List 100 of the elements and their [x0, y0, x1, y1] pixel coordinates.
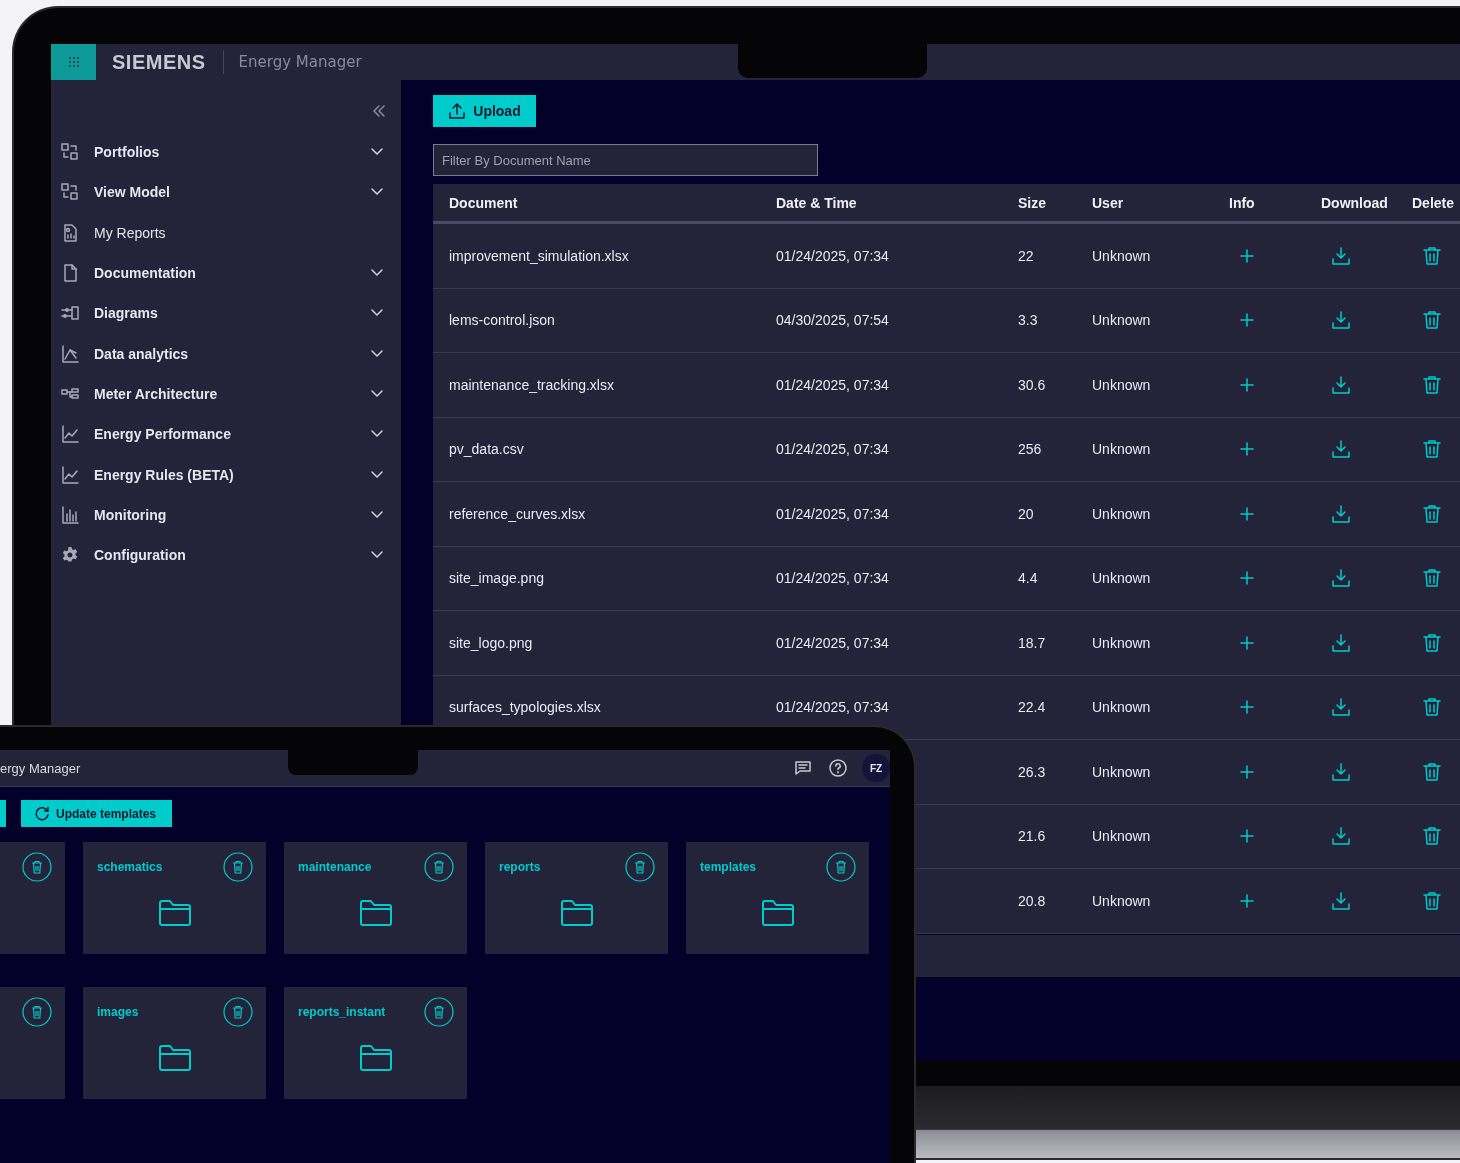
delete-icon[interactable]	[625, 852, 655, 882]
folder-name: maintenance	[298, 860, 372, 874]
sidebar-item[interactable]: Diagrams	[51, 293, 401, 334]
download-icon[interactable]	[1331, 245, 1351, 266]
plus-icon[interactable]	[1239, 570, 1255, 587]
folder-icon	[158, 899, 192, 927]
refresh-icon	[34, 805, 50, 822]
table-cell-text: improvement_simulation.xlsx	[448, 247, 630, 264]
delete-icon[interactable]	[22, 997, 52, 1027]
sidebar-item[interactable]: Energy Performance	[51, 414, 401, 455]
folder-name: templates	[700, 860, 757, 874]
filter-field[interactable]: Filter By Document Name	[433, 144, 818, 176]
table-cell-text: 20.8	[1018, 892, 1047, 909]
update-templates-button[interactable]: Update templates	[21, 800, 172, 827]
delete-icon[interactable]	[223, 997, 253, 1027]
folder-card[interactable]: reports	[485, 842, 668, 954]
help-icon[interactable]	[829, 759, 847, 777]
table-cell-text: 30.6	[1018, 376, 1047, 393]
sidebar-item[interactable]: Portfolios	[51, 132, 401, 173]
chevron-down-icon	[371, 269, 383, 278]
delete-icon[interactable]	[1422, 568, 1442, 589]
sidebar-item[interactable]: Configuration	[51, 534, 401, 576]
download-icon[interactable]	[1331, 761, 1351, 782]
sidebar-item[interactable]: Monitoring	[51, 494, 401, 535]
delete-icon[interactable]	[1422, 374, 1442, 395]
delete-icon[interactable]	[22, 852, 52, 882]
collapse-icon[interactable]	[373, 105, 385, 117]
plus-icon[interactable]	[1239, 376, 1255, 393]
download-icon[interactable]	[1331, 568, 1351, 589]
folder-icon	[359, 1044, 393, 1072]
folder-icon	[158, 1044, 192, 1072]
download-icon[interactable]	[1331, 503, 1351, 524]
plus-icon[interactable]	[1239, 763, 1255, 780]
delete-icon[interactable]	[826, 852, 856, 882]
chat-icon[interactable]	[795, 760, 811, 776]
folder-icon	[359, 899, 393, 927]
download-icon[interactable]	[1331, 697, 1351, 718]
plus-icon[interactable]	[1239, 634, 1255, 651]
folder-name: reports_instant	[298, 1005, 386, 1019]
delete-icon[interactable]	[424, 997, 454, 1027]
delete-icon[interactable]	[1422, 245, 1442, 266]
download-icon[interactable]	[1331, 310, 1351, 331]
sidebar-item[interactable]: Data analytics	[51, 333, 401, 374]
plus-icon[interactable]	[1239, 828, 1255, 845]
folder-card[interactable]: reports_instant	[284, 987, 467, 1099]
table-cell-text: Unknown	[1092, 828, 1152, 845]
analytics-icon	[61, 344, 79, 363]
table-cell-text: 22.4	[1018, 699, 1047, 716]
chevron-down-icon	[371, 470, 383, 479]
plus-icon[interactable]	[1239, 441, 1255, 458]
delete-icon[interactable]	[1422, 632, 1442, 653]
download-icon[interactable]	[1331, 890, 1351, 911]
delete-icon[interactable]	[1422, 697, 1442, 718]
table-cell-text: 3.3	[1018, 312, 1039, 329]
folder-card[interactable]: maintenance	[284, 842, 467, 954]
sidebar-item[interactable]: Meter Architecture	[51, 373, 401, 415]
folder-card[interactable]: images	[83, 987, 266, 1099]
delete-icon[interactable]	[223, 852, 253, 882]
download-icon[interactable]	[1331, 439, 1351, 460]
table-cell-text: lems-control.json	[448, 312, 556, 329]
chevron-down-icon	[371, 349, 383, 358]
table-cell-text: Unknown	[1092, 634, 1152, 651]
sidebar-item[interactable]: View Model	[51, 172, 401, 213]
bar-chart-icon	[61, 505, 79, 524]
column-header: Delete	[1412, 194, 1456, 211]
plus-icon[interactable]	[1239, 505, 1255, 522]
delete-icon[interactable]	[1422, 761, 1442, 782]
user-avatar[interactable]: FZ	[862, 754, 890, 782]
table-cell-text: 01/24/2025, 07:34	[776, 376, 890, 393]
download-icon[interactable]	[1331, 632, 1351, 653]
delete-icon[interactable]	[424, 852, 454, 882]
download-icon[interactable]	[1331, 374, 1351, 395]
table-cell-text: 04/30/2025, 07:54	[776, 312, 890, 329]
plus-icon[interactable]	[1239, 312, 1255, 329]
download-icon[interactable]	[1331, 826, 1351, 847]
sidebar-item[interactable]: Energy Rules (BETA)	[51, 454, 401, 495]
delete-icon[interactable]	[1422, 503, 1442, 524]
table-cell-text: 01/24/2025, 07:34	[776, 570, 890, 587]
delete-icon[interactable]	[1422, 310, 1442, 331]
plus-icon[interactable]	[1239, 247, 1255, 264]
apps-button[interactable]	[51, 44, 96, 80]
table-cell-text: Unknown	[1092, 247, 1152, 264]
delete-icon[interactable]	[1422, 826, 1442, 847]
folder-card[interactable]: schematics	[83, 842, 266, 954]
delete-icon[interactable]	[1422, 890, 1442, 911]
table-cell-text: Unknown	[1092, 312, 1152, 329]
plus-icon[interactable]	[1239, 699, 1255, 716]
folder-card[interactable]: templates	[686, 842, 869, 954]
column-header: Document	[448, 194, 519, 211]
upload-button[interactable]: Upload	[433, 95, 536, 127]
line-chart-icon	[61, 465, 79, 484]
sidebar-item[interactable]: My Reports	[51, 212, 401, 253]
table-cell-text: Unknown	[1092, 892, 1152, 909]
table-cell-text: 01/24/2025, 07:34	[776, 247, 890, 264]
table-cell-text: 22	[1018, 247, 1035, 264]
sidebar-item[interactable]: Documentation	[51, 252, 401, 294]
table-cell-text: Unknown	[1092, 763, 1152, 780]
delete-icon[interactable]	[1422, 439, 1442, 460]
table-cell-text: Unknown	[1092, 441, 1152, 458]
plus-icon[interactable]	[1239, 892, 1255, 909]
